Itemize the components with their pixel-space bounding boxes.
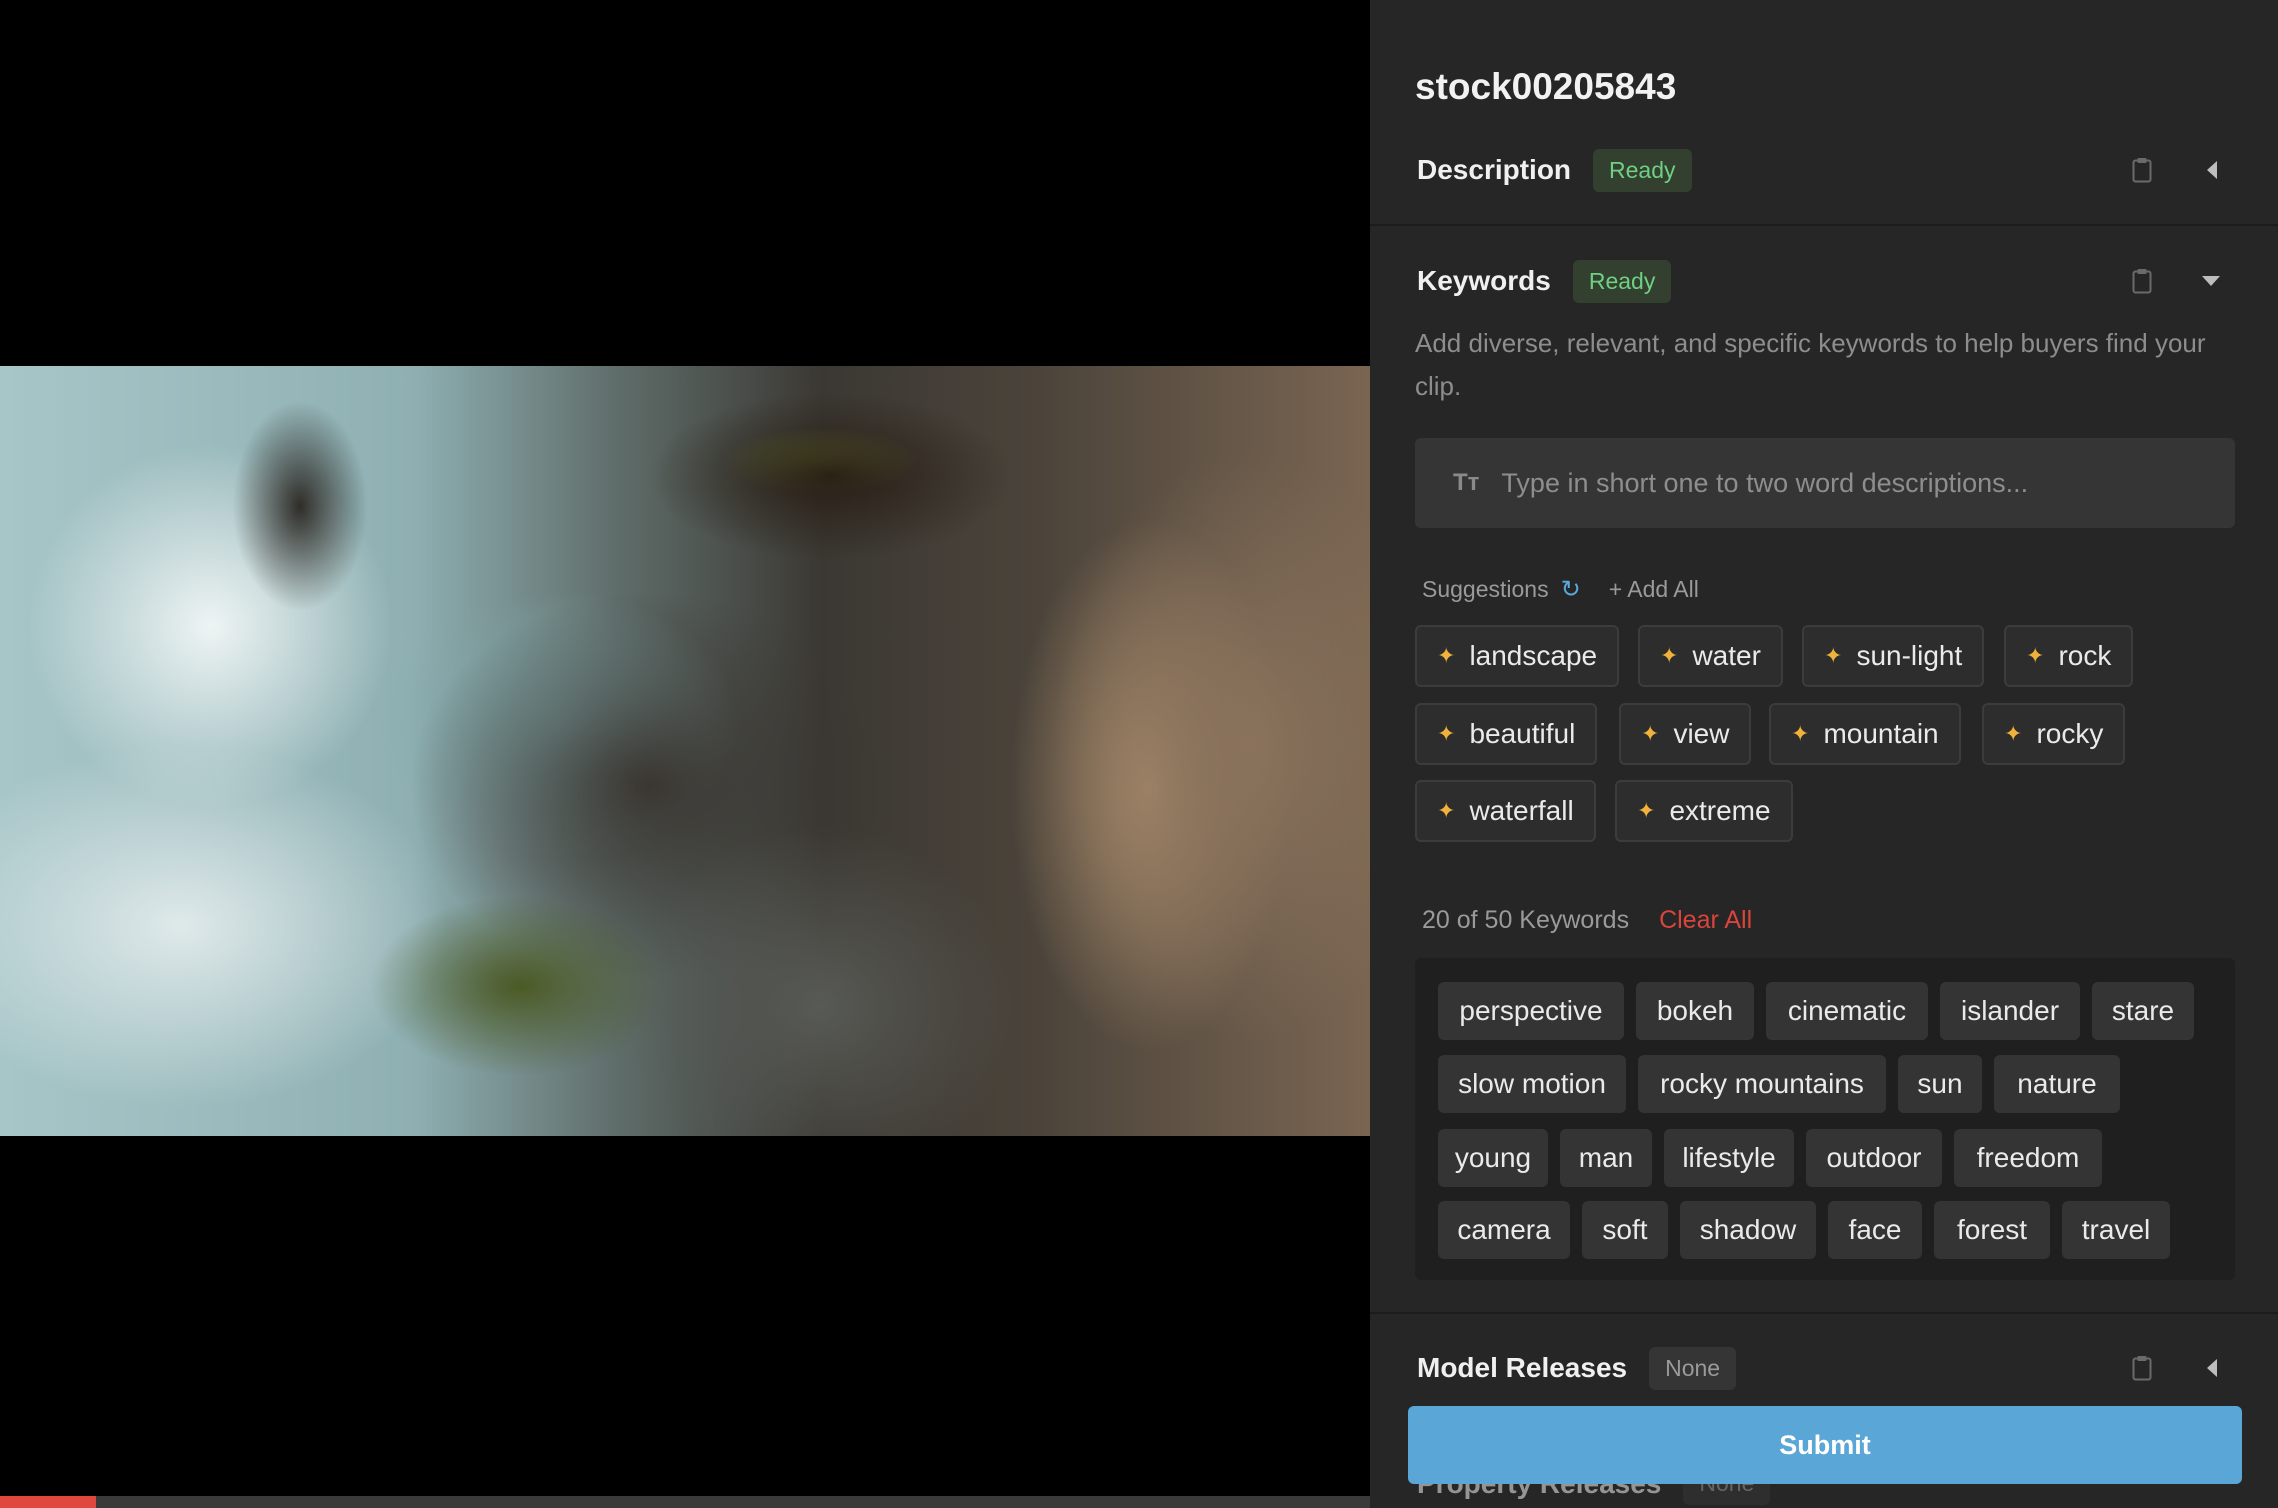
keyword-tag[interactable]: soft: [1582, 1201, 1668, 1259]
copy-model-releases-icon[interactable]: [2132, 1355, 2152, 1381]
text-type-icon: Tт: [1453, 469, 1480, 496]
keyword-tag[interactable]: stare: [2092, 982, 2194, 1040]
model-releases-status-badge: None: [1649, 1346, 1737, 1390]
suggestion-chip[interactable]: ✦ water: [1638, 625, 1783, 687]
keyword-tag[interactable]: rocky mountains: [1638, 1055, 1886, 1113]
suggestion-chip[interactable]: ✦ beautiful: [1415, 703, 1598, 765]
chip-label: rocky: [2036, 718, 2104, 749]
suggestion-chip[interactable]: ✦ waterfall: [1415, 780, 1596, 842]
sparkle-icon: ✦: [1791, 721, 1810, 746]
keyword-tag[interactable]: freedom: [1954, 1129, 2102, 1187]
sparkle-icon: ✦: [2026, 643, 2045, 668]
keyword-tag[interactable]: young: [1438, 1129, 1548, 1187]
clip-title: stock00205843: [1415, 66, 1677, 107]
keyword-tag[interactable]: islander: [1940, 982, 2080, 1040]
clear-all-button[interactable]: Clear All: [1659, 906, 1752, 935]
keyword-tag[interactable]: nature: [1994, 1055, 2120, 1113]
keyword-tag[interactable]: shadow: [1680, 1201, 1816, 1259]
sparkle-icon: ✦: [1824, 643, 1843, 668]
sparkle-icon: ✦: [1437, 798, 1456, 823]
description-status-badge: Ready: [1593, 148, 1692, 192]
chip-label: view: [1673, 718, 1730, 749]
video-player[interactable]: [0, 0, 1370, 1508]
keyword-tag[interactable]: man: [1560, 1129, 1652, 1187]
chip-label: rock: [2058, 640, 2112, 671]
keyword-tag[interactable]: bokeh: [1636, 982, 1754, 1040]
copy-keywords-icon[interactable]: [2132, 268, 2152, 294]
keyword-tag[interactable]: perspective: [1438, 982, 1624, 1040]
keywords-helper-text: Add diverse, relevant, and specific keyw…: [1415, 328, 2206, 401]
refresh-icon[interactable]: ↻: [1561, 575, 1581, 604]
keyword-tag[interactable]: travel: [2062, 1201, 2170, 1259]
chip-label: waterfall: [1469, 795, 1574, 826]
video-progress-fill: [0, 1496, 96, 1508]
keyword-input[interactable]: [1499, 466, 2184, 500]
keyword-tag[interactable]: forest: [1934, 1201, 2050, 1259]
suggestion-chip[interactable]: ✦ landscape: [1415, 625, 1620, 687]
sparkle-icon: ✦: [1437, 643, 1456, 668]
submit-button[interactable]: Submit: [1408, 1406, 2242, 1484]
chip-label: water: [1692, 640, 1761, 671]
sparkle-icon: ✦: [1637, 798, 1656, 823]
keyword-tag[interactable]: outdoor: [1806, 1129, 1942, 1187]
sparkle-icon: ✦: [1641, 721, 1660, 746]
sparkle-icon: ✦: [1660, 643, 1679, 668]
metadata-panel: stock00205843 Description Ready Keywords…: [1370, 0, 2278, 1508]
collapse-caret-left-icon[interactable]: [2206, 160, 2218, 180]
suggestion-chip[interactable]: ✦ rock: [2004, 625, 2134, 687]
selected-keywords-box: perspective bokeh cinematic islander sta…: [1415, 958, 2235, 1280]
keyword-input-field[interactable]: Tт: [1415, 438, 2235, 528]
video-scrubber[interactable]: [0, 1496, 1370, 1508]
chip-label: landscape: [1469, 640, 1598, 671]
divider: [1370, 224, 2278, 226]
description-title: Description: [1417, 154, 1572, 185]
sparkle-icon: ✦: [1437, 721, 1456, 746]
chip-label: beautiful: [1469, 718, 1576, 749]
suggestions-label: Suggestions: [1422, 576, 1549, 602]
keyword-tag[interactable]: face: [1828, 1201, 1922, 1259]
keywords-section-header[interactable]: Keywords Ready: [1417, 258, 2207, 304]
description-section-header[interactable]: Description Ready: [1417, 147, 2207, 193]
keywords-title: Keywords: [1417, 265, 1551, 296]
keywords-status-badge: Ready: [1572, 259, 1672, 303]
collapse-caret-left-icon[interactable]: [2206, 1358, 2218, 1378]
keyword-tag[interactable]: sun: [1898, 1055, 1982, 1113]
copy-description-icon[interactable]: [2132, 157, 2152, 183]
sparkle-icon: ✦: [2004, 721, 2023, 746]
suggestions-header: Suggestions ↻ + Add All: [1422, 575, 1699, 604]
chip-label: extreme: [1669, 795, 1771, 826]
model-releases-section-header[interactable]: Model Releases None: [1417, 1345, 2207, 1391]
video-frame-waterfall[interactable]: [0, 366, 1370, 1136]
model-releases-title: Model Releases: [1417, 1352, 1628, 1383]
suggestion-chip[interactable]: ✦ mountain: [1769, 703, 1961, 765]
keyword-tag[interactable]: lifestyle: [1664, 1129, 1794, 1187]
chip-label: sun-light: [1856, 640, 1963, 671]
keyword-tag[interactable]: cinematic: [1766, 982, 1928, 1040]
keyword-count: 20 of 50 Keywords: [1422, 906, 1630, 934]
keyword-tag[interactable]: camera: [1438, 1201, 1570, 1259]
chip-label: mountain: [1823, 718, 1939, 749]
keyword-tag[interactable]: slow motion: [1438, 1055, 1626, 1113]
suggestion-chip[interactable]: ✦ sun-light: [1802, 625, 1985, 687]
keyword-count-row: 20 of 50 Keywords Clear All: [1422, 906, 1752, 935]
divider: [1370, 1312, 2278, 1314]
expand-caret-down-icon[interactable]: [2201, 275, 2221, 287]
suggestion-chip[interactable]: ✦ rocky: [1982, 703, 2126, 765]
add-all-button[interactable]: + Add All: [1609, 576, 1699, 603]
suggestion-chip[interactable]: ✦ view: [1619, 703, 1752, 765]
suggestion-chip[interactable]: ✦ extreme: [1615, 780, 1793, 842]
